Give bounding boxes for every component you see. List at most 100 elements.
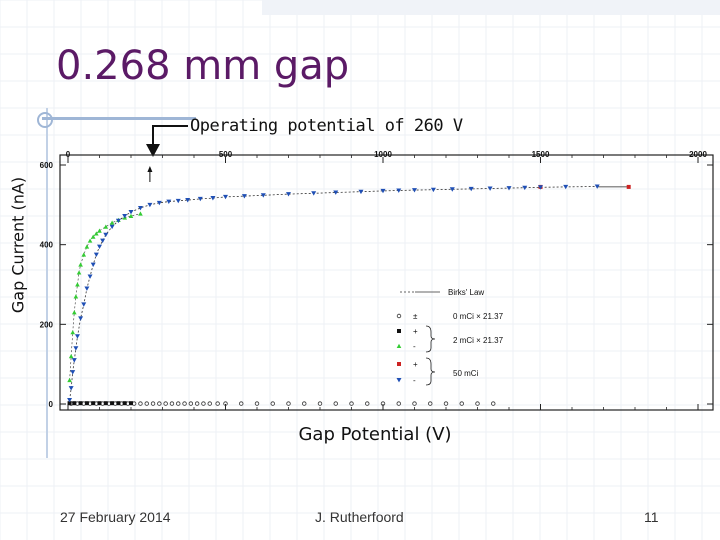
data-point: [365, 401, 370, 406]
data-point: [138, 211, 143, 216]
data-point: [122, 213, 128, 219]
data-point: [90, 262, 96, 267]
data-point: [428, 401, 433, 406]
data-point: [254, 401, 260, 406]
birks-law-curve: [69, 213, 141, 381]
gap-current-chart: 0 500 1000 1500 2000 0 200 400 600 Birks' Law ± + -…: [40, 150, 714, 411]
data-point: [78, 401, 83, 406]
data-point: [97, 228, 102, 233]
data-point: [163, 401, 168, 406]
data-point: [194, 401, 200, 406]
data-point: [93, 252, 99, 258]
data-point: [443, 401, 449, 406]
data-point: [563, 184, 569, 190]
legend-sign: -: [413, 342, 416, 351]
legend-brace: [425, 325, 436, 353]
data-point: [78, 316, 84, 321]
data-point: [169, 401, 175, 406]
data-point: [491, 401, 496, 406]
data-point: [150, 401, 156, 406]
data-point: [311, 191, 317, 196]
data-point: [72, 310, 77, 315]
y-tick-label: 600: [40, 161, 54, 170]
legend-sign: -: [413, 376, 416, 385]
operating-point-marker-head: [147, 166, 153, 172]
data-point: [78, 262, 83, 267]
data-point: [459, 401, 464, 406]
x-tick-label: 2000: [689, 150, 707, 159]
y-tick-label: 200: [40, 320, 54, 329]
data-point: [176, 401, 181, 406]
x-tick-label: 0: [66, 150, 71, 159]
data-point: [147, 202, 153, 208]
data-point: [103, 232, 109, 238]
footer-author: J. Rutherfoord: [315, 509, 404, 525]
data-point: [270, 401, 275, 406]
data-point: [358, 189, 364, 195]
data-point: [333, 401, 338, 406]
data-point: [67, 377, 72, 383]
data-point: [91, 401, 96, 406]
data-point: [109, 220, 115, 225]
data-point: [84, 401, 89, 406]
data-point: [73, 294, 79, 299]
data-point: [182, 401, 187, 406]
legend-label: 0 mCi × 21.37: [453, 312, 504, 321]
data-point: [122, 401, 127, 406]
legend-sign: +: [413, 327, 418, 336]
data-point: [137, 206, 143, 211]
y-tick-label: 400: [40, 241, 54, 250]
x-tick-label: 1000: [374, 150, 392, 159]
data-point: [175, 198, 181, 204]
data-point: [506, 186, 512, 191]
data-point: [87, 238, 93, 243]
data-point: [207, 401, 212, 406]
legend-marker: [397, 329, 401, 333]
legend-sign: +: [413, 360, 418, 369]
data-point: [87, 274, 93, 279]
data-point: [188, 401, 194, 406]
data-point: [68, 354, 74, 359]
data-point: [81, 252, 87, 257]
data-point: [116, 401, 121, 406]
data-point: [286, 401, 291, 406]
birks-law-curve: [69, 186, 598, 401]
data-point: [84, 244, 90, 249]
data-point: [97, 244, 102, 250]
data-point: [129, 401, 133, 406]
legend-marker: [396, 378, 402, 383]
data-point: [412, 401, 417, 406]
data-point: [97, 401, 102, 406]
legend-sign: ±: [413, 312, 418, 321]
data-point: [317, 401, 323, 406]
data-point: [430, 187, 436, 193]
plot-frame: [59, 154, 714, 411]
data-point: [70, 330, 76, 335]
legend-marker: [397, 362, 401, 366]
data-point: [81, 302, 87, 307]
data-point: [144, 401, 149, 406]
data-point: [103, 224, 109, 229]
data-point: [223, 194, 228, 200]
data-point: [110, 401, 115, 406]
data-point: [349, 401, 354, 406]
data-point: [157, 401, 162, 406]
x-tick-label: 1500: [532, 150, 550, 159]
data-point: [68, 386, 74, 391]
legend-marker: [396, 343, 402, 348]
data-point: [84, 286, 90, 291]
data-point: [487, 186, 493, 191]
data-point: [396, 401, 401, 406]
y-tick-label: 0: [49, 400, 54, 409]
legend-label: Birks' Law: [448, 288, 484, 297]
data-point: [75, 282, 80, 287]
data-point: [239, 401, 244, 406]
data-point: [70, 370, 76, 375]
data-point: [71, 358, 77, 363]
data-point: [72, 401, 77, 406]
footer-date: 27 February 2014: [60, 509, 171, 525]
footer-page-number: 11: [644, 509, 659, 525]
legend-label: 2 mCi × 21.37: [453, 336, 504, 345]
legend-label: 50 mCi: [453, 369, 479, 378]
data-point: [103, 401, 108, 406]
